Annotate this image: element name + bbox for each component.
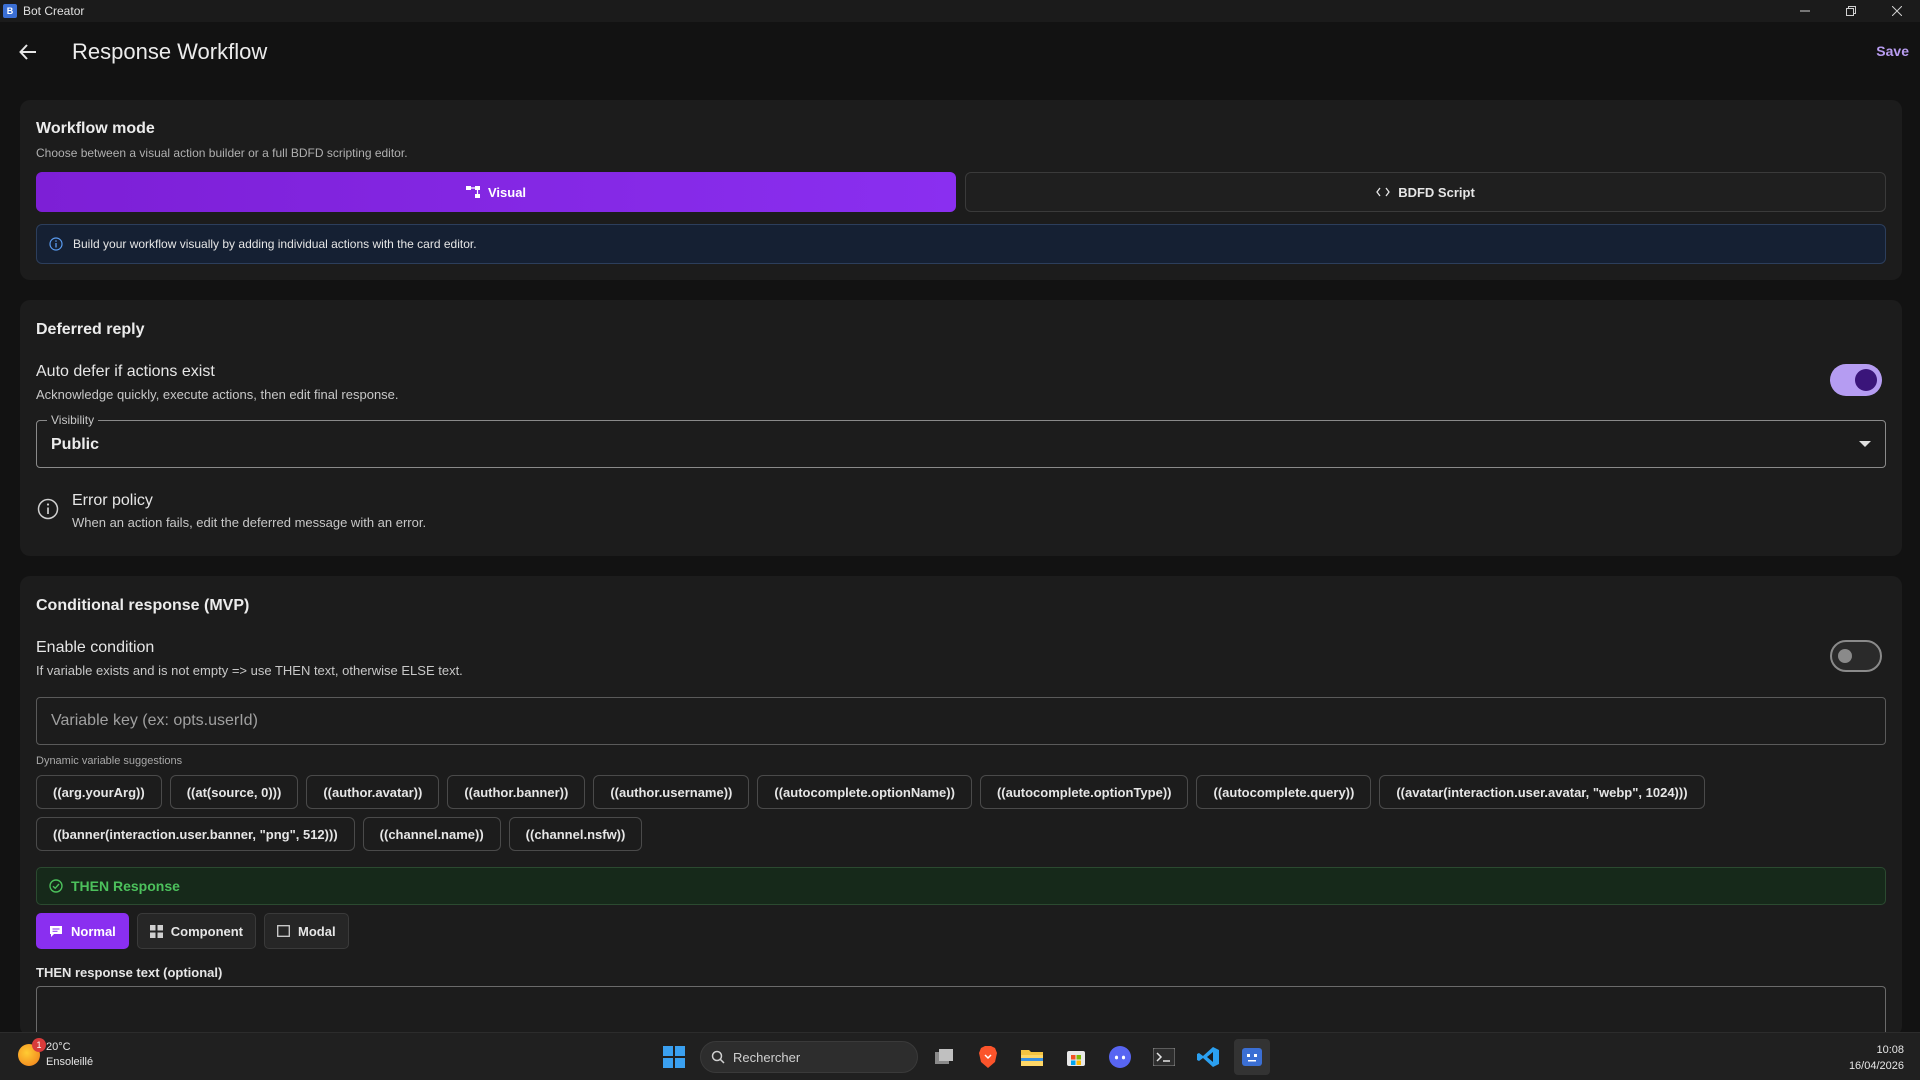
workflow-info-banner: Build your workflow visually by adding i… xyxy=(36,224,1886,264)
message-icon xyxy=(50,925,62,937)
suggestion-chip[interactable]: ((author.banner)) xyxy=(447,775,586,809)
suggestion-chip[interactable]: ((autocomplete.query)) xyxy=(1196,775,1372,809)
workflow-mode-description: Choose between a visual action builder o… xyxy=(36,146,408,160)
search-placeholder: Rechercher xyxy=(733,1049,801,1065)
then-response-mode-tabs: Normal Component Modal xyxy=(36,913,349,949)
page-title: Response Workflow xyxy=(72,39,268,64)
component-mode-button[interactable]: Component xyxy=(136,913,257,949)
auto-defer-toggle[interactable] xyxy=(1830,364,1882,396)
discord-icon[interactable] xyxy=(1102,1039,1138,1075)
clock-date: 16/04/2026 xyxy=(1848,1060,1904,1072)
bot-creator-taskbar-icon[interactable] xyxy=(1234,1039,1270,1075)
visibility-value: Public xyxy=(51,436,100,453)
notification-badge: 1 xyxy=(32,1038,46,1052)
auto-defer-label: Auto defer if actions exist xyxy=(36,363,215,380)
suggestion-chip[interactable]: ((avatar(interaction.user.avatar, "webp"… xyxy=(1379,775,1705,809)
vscode-icon[interactable] xyxy=(1190,1039,1226,1075)
windows-start-icon[interactable] xyxy=(656,1039,692,1075)
suggestions-row-1: ((arg.yourArg)) ((at(source, 0))) ((auth… xyxy=(36,775,1705,809)
terminal-icon[interactable] xyxy=(1146,1039,1182,1075)
close-icon[interactable] xyxy=(1874,0,1920,22)
save-button[interactable]: Save xyxy=(1876,43,1909,59)
taskbar-search-box[interactable]: Rechercher xyxy=(700,1041,918,1073)
code-icon xyxy=(1376,187,1391,197)
component-mode-label: Component xyxy=(170,923,244,939)
suggestion-chip[interactable]: ((at(source, 0))) xyxy=(169,775,299,809)
search-icon xyxy=(711,1050,725,1064)
suggestion-chip[interactable]: ((autocomplete.optionType)) xyxy=(979,775,1189,809)
error-policy-label: Error policy xyxy=(72,492,153,509)
workflow-info-text: Build your workflow visually by adding i… xyxy=(73,237,477,251)
suggestion-chip[interactable]: ((author.avatar)) xyxy=(306,775,440,809)
normal-mode-button[interactable]: Normal xyxy=(36,913,129,949)
suggestion-chip[interactable]: ((author.username)) xyxy=(593,775,750,809)
auto-defer-description: Acknowledge quickly, execute actions, th… xyxy=(36,387,399,402)
enable-condition-toggle[interactable] xyxy=(1830,640,1882,672)
window-titlebar: B Bot Creator xyxy=(0,0,1920,22)
window-icon xyxy=(277,925,290,937)
taskbar-apps: Rechercher xyxy=(656,1039,1270,1075)
modal-mode-button[interactable]: Modal xyxy=(264,913,349,949)
visual-mode-button[interactable]: Visual xyxy=(36,172,956,212)
flowchart-icon xyxy=(465,186,480,198)
variable-key-input[interactable] xyxy=(36,697,1886,745)
suggestion-chip[interactable]: ((channel.name)) xyxy=(362,817,501,851)
suggestions-row-2: ((banner(interaction.user.banner, "png",… xyxy=(36,817,643,851)
brave-browser-icon[interactable] xyxy=(970,1039,1006,1075)
task-view-icon[interactable] xyxy=(926,1039,962,1075)
bdfd-script-mode-button[interactable]: BDFD Script xyxy=(965,172,1886,212)
weather-temperature: 20°C xyxy=(46,1041,71,1053)
clock-time: 10:08 xyxy=(1876,1044,1904,1056)
info-icon xyxy=(49,237,63,251)
bdfd-script-mode-label: BDFD Script xyxy=(1398,184,1475,200)
then-response-label: THEN Response xyxy=(71,878,180,894)
check-circle-icon xyxy=(49,879,63,893)
weather-widget[interactable]: 1 20°C Ensoleillé xyxy=(18,1038,93,1070)
suggestion-chip[interactable]: ((banner(interaction.user.banner, "png",… xyxy=(36,817,355,851)
file-explorer-icon[interactable] xyxy=(1014,1039,1050,1075)
conditional-response-title: Conditional response (MVP) xyxy=(36,597,250,614)
then-response-text-label: THEN response text (optional) xyxy=(36,965,223,980)
then-response-header: THEN Response xyxy=(36,867,1886,905)
taskbar-clock[interactable]: 10:08 16/04/2026 xyxy=(1849,1042,1904,1074)
weather-description: Ensoleillé xyxy=(46,1056,94,1068)
back-arrow-icon[interactable] xyxy=(14,38,42,66)
minimize-icon[interactable] xyxy=(1782,0,1828,22)
workflow-mode-title: Workflow mode xyxy=(36,120,155,137)
then-response-textarea[interactable] xyxy=(36,986,1886,1032)
windows-taskbar: 1 20°C Ensoleillé Rechercher 10:08 16/04… xyxy=(0,1032,1920,1080)
window-title: Bot Creator xyxy=(23,4,85,18)
dropdown-caret-icon xyxy=(1859,441,1871,447)
visual-mode-label: Visual xyxy=(487,184,527,200)
error-policy-description: When an action fails, edit the deferred … xyxy=(72,515,427,530)
window-controls xyxy=(1782,0,1920,22)
deferred-reply-title: Deferred reply xyxy=(36,321,145,338)
suggestions-label: Dynamic variable suggestions xyxy=(36,755,183,767)
enable-condition-description: If variable exists and is not empty => u… xyxy=(36,663,463,678)
suggestion-chip[interactable]: ((autocomplete.optionName)) xyxy=(757,775,972,809)
weather-text: 20°C Ensoleillé xyxy=(46,1040,93,1070)
suggestion-chip[interactable]: ((arg.yourArg)) xyxy=(36,775,162,809)
app-logo-icon: B xyxy=(3,4,17,18)
enable-condition-label: Enable condition xyxy=(36,639,155,656)
sun-icon: 1 xyxy=(18,1038,46,1066)
app-bar: Response Workflow Save xyxy=(0,22,1920,82)
toggle-knob xyxy=(1838,649,1852,663)
modal-mode-label: Modal xyxy=(298,923,336,939)
suggestion-chip[interactable]: ((channel.nsfw)) xyxy=(508,817,643,851)
microsoft-store-icon[interactable] xyxy=(1058,1039,1094,1075)
restore-icon[interactable] xyxy=(1828,0,1874,22)
error-policy-info-icon xyxy=(37,498,59,520)
visibility-label: Visibility xyxy=(47,413,99,427)
normal-mode-label: Normal xyxy=(71,923,116,939)
toggle-knob xyxy=(1855,369,1877,391)
grid-icon xyxy=(149,924,163,938)
visibility-select[interactable]: Visibility Public xyxy=(36,413,1886,468)
